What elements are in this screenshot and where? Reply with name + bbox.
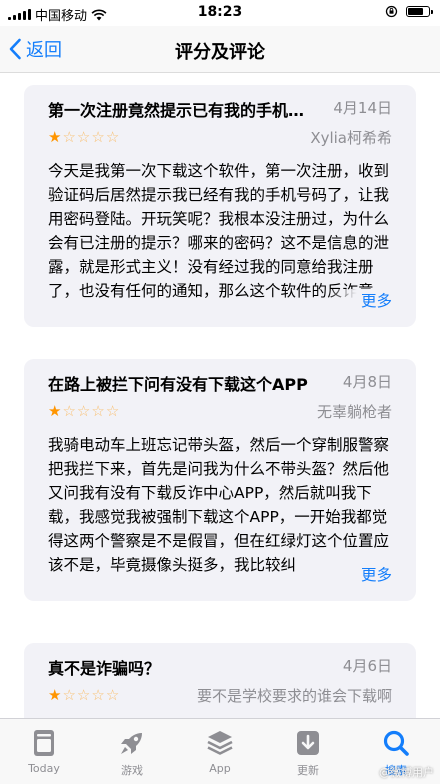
star-empty-icon: ☆ [76, 686, 91, 704]
review-body: 我骑电动车上班忘记带头盔，然后一个穿制服警察把我拦下来，首先是问我为什么不带头盔… [48, 436, 390, 574]
nav-bar: 返回 评分及评论 [0, 26, 440, 73]
star-empty-icon: ☆ [91, 686, 105, 704]
status-right [385, 5, 433, 18]
tab-today[interactable]: Today [0, 719, 88, 784]
games-rocket-icon [121, 733, 142, 754]
star-empty-icon: ☆ [91, 402, 105, 420]
star-rating: ★ ☆ ☆ ☆ ☆ [48, 129, 119, 145]
review-body: 今天是我第一次下载这个软件，第一次注册，收到验证码后居然提示我已经有我的手机号码… [48, 162, 390, 300]
orientation-lock-icon [385, 5, 398, 18]
more-button[interactable]: 更多 [326, 289, 392, 311]
review-title: 第一次注册竟然提示已有我的手机号码 [48, 101, 316, 120]
star-rating: ★ ☆ ☆ ☆ ☆ [48, 687, 119, 703]
review-author: 无辜躺枪者 [316, 403, 392, 421]
star-empty-icon: ☆ [62, 128, 76, 146]
review-author: 要不是学校要求的谁会下载啊 [196, 687, 392, 705]
tab-label: 更新 [297, 764, 319, 777]
tab-games[interactable]: 游戏 [88, 719, 176, 784]
star-empty-icon: ☆ [62, 686, 76, 704]
page-title: 评分及评论 [175, 42, 265, 63]
today-icon [34, 730, 54, 756]
battery-icon [406, 6, 433, 17]
updates-download-icon [297, 731, 319, 755]
star-filled-icon: ★ [48, 686, 62, 704]
review-author: Xylia柯希希 [310, 129, 392, 147]
status-time: 18:23 [197, 4, 243, 20]
star-empty-icon: ☆ [76, 402, 91, 420]
star-filled-icon: ★ [48, 128, 62, 146]
status-bar: 中国移动 18:23 [0, 0, 440, 26]
tab-label: 游戏 [121, 764, 143, 777]
apps-stack-icon [207, 731, 233, 755]
star-filled-icon: ★ [48, 402, 62, 420]
tab-bar: Today 游戏 App 更新 搜索 @微博用户 [0, 718, 440, 784]
star-empty-icon: ☆ [105, 402, 120, 420]
tab-updates[interactable]: 更新 [264, 719, 352, 784]
star-empty-icon: ☆ [105, 686, 120, 704]
star-empty-icon: ☆ [62, 402, 76, 420]
star-empty-icon: ☆ [105, 128, 120, 146]
review-title: 在路上被拦下问有没有下载这个APP [48, 375, 308, 394]
review-date: 4月14日 [333, 99, 392, 117]
star-empty-icon: ☆ [91, 128, 105, 146]
review-card[interactable]: 第一次注册竟然提示已有我的手机号码 4月14日 ★ ☆ ☆ ☆ ☆ Xylia柯… [24, 85, 416, 327]
reviews-list[interactable]: 第一次注册竟然提示已有我的手机号码 4月14日 ★ ☆ ☆ ☆ ☆ Xylia柯… [0, 73, 440, 718]
review-card[interactable]: 真不是诈骗吗？ 4月6日 ★ ☆ ☆ ☆ ☆ 要不是学校要求的谁会下载啊 [24, 643, 416, 718]
star-rating: ★ ☆ ☆ ☆ ☆ [48, 403, 119, 419]
more-button[interactable]: 更多 [326, 563, 392, 585]
review-date: 4月6日 [342, 657, 392, 675]
review-card[interactable]: 在路上被拦下问有没有下载这个APP 4月8日 ★ ☆ ☆ ☆ ☆ 无辜躺枪者 我… [24, 359, 416, 601]
tab-label: Today [28, 762, 60, 775]
search-icon [383, 730, 409, 756]
tab-label: App [209, 762, 231, 775]
watermark: @微博用户 [379, 766, 434, 779]
review-date: 4月8日 [342, 373, 392, 391]
review-title: 真不是诈骗吗？ [48, 659, 161, 678]
tab-apps[interactable]: App [176, 719, 264, 784]
star-empty-icon: ☆ [76, 128, 91, 146]
